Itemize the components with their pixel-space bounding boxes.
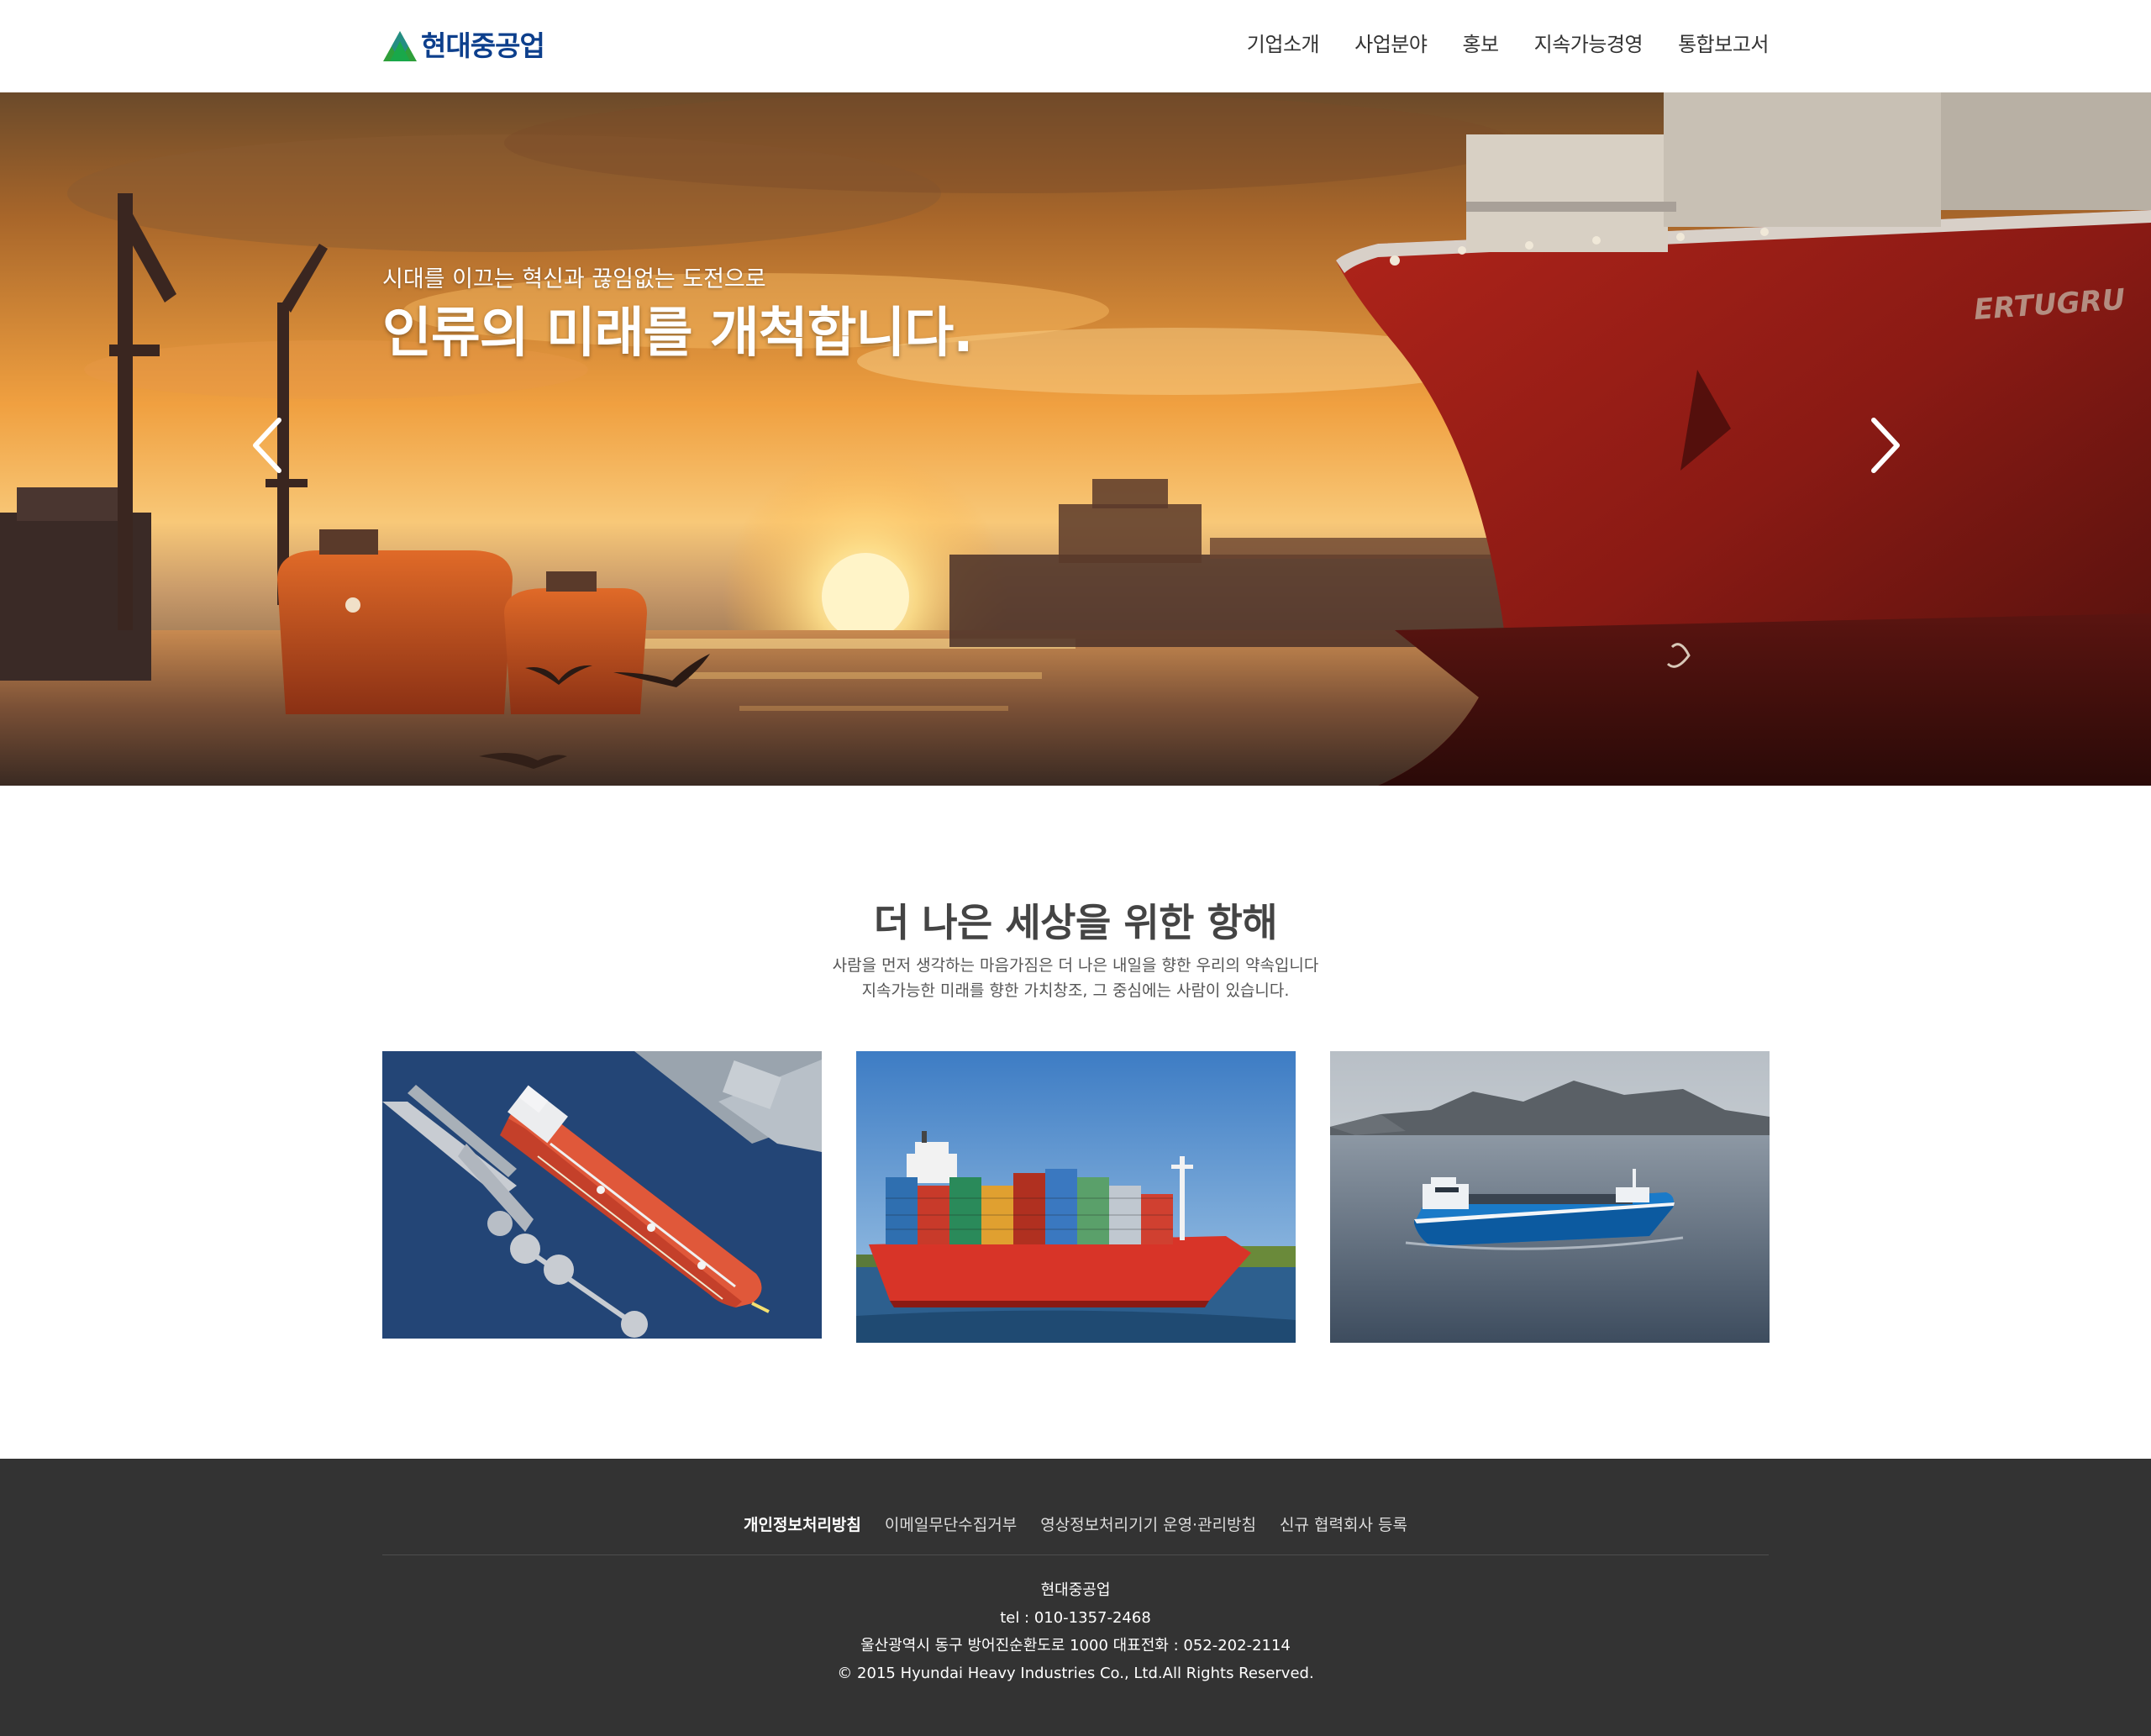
ship-card-autonomous[interactable] — [1330, 1051, 1770, 1343]
footer-copyright: © 2015 Hyundai Heavy Industries Co., Ltd… — [837, 1665, 1314, 1682]
main-nav: 기업소개 사업분야 홍보 지속가능경영 통합보고서 — [1247, 27, 1770, 62]
footer-company-info: 현대중공업 tel : 010-1357-2468 울산광역시 동구 방어진순환… — [0, 1576, 2151, 1687]
logo[interactable]: 현대중공업 — [382, 29, 545, 64]
ship-card-list — [382, 1051, 1770, 1345]
section-description: 사람을 먼저 생각하는 마음가짐은 더 나은 내일을 향한 우리의 약속입니다 … — [0, 953, 2151, 1003]
footer-link-cctv-policy[interactable]: 영상정보처리기기 운영·관리방침 — [1040, 1512, 1256, 1535]
hero-title: 인류의 미래를 개척합니다. — [382, 302, 974, 365]
footer-tel: tel : 010-1357-2468 — [1000, 1609, 1151, 1627]
logo-text: 현대중공업 — [421, 29, 545, 62]
nav-item-sustainability[interactable]: 지속가능경영 — [1534, 27, 1643, 62]
site-header: 현대중공업 기업소개 사업분야 홍보 지속가능경영 통합보고서 — [0, 0, 2151, 92]
section-title: 더 나은 세상을 위한 항해 — [873, 900, 1278, 945]
ship-card-container[interactable] — [856, 1051, 1296, 1343]
container-ship-image — [856, 1051, 1296, 1343]
section-desc-line: 사람을 먼저 생각하는 마음가짐은 더 나은 내일을 향한 우리의 약속입니다 — [832, 956, 1319, 975]
nav-item-company[interactable]: 기업소개 — [1247, 27, 1320, 62]
slider-prev-arrow-icon[interactable] — [244, 412, 294, 479]
nav-item-pr[interactable]: 홍보 — [1462, 27, 1499, 62]
footer-link-privacy[interactable]: 개인정보처리방침 — [744, 1512, 861, 1535]
nav-item-integrated-report[interactable]: 통합보고서 — [1678, 27, 1769, 62]
site-footer: 개인정보처리방침 이메일무단수집거부 영상정보처리기기 운영·관리방침 신규 협… — [0, 1459, 2151, 1736]
hero-shipyard-sunset-image: ERTUGRU — [0, 92, 2151, 786]
footer-link-email-refusal[interactable]: 이메일무단수집거부 — [885, 1512, 1017, 1535]
footer-link-partner-registration[interactable]: 신규 협력회사 등록 — [1280, 1512, 1407, 1535]
autonomous-ship-image — [1330, 1051, 1770, 1343]
slider-next-arrow-icon[interactable] — [1859, 412, 1909, 479]
nav-item-business[interactable]: 사업분야 — [1354, 27, 1428, 62]
logo-triangle-icon — [383, 31, 417, 61]
footer-links: 개인정보처리방침 이메일무단수집거부 영상정보처리기기 운영·관리방침 신규 협… — [0, 1512, 2151, 1535]
hero-slider: ERTUGRU 시대를 이끄는 혁신과 끊임없는 도전으로 인류의 미래를 개척… — [0, 92, 2151, 786]
footer-address: 울산광역시 동구 방어진순환도로 1000 대표전화 : 052-202-211… — [860, 1637, 1291, 1654]
section-desc-line: 지속가능한 미래를 향한 가치창조, 그 중심에는 사람이 있습니다. — [861, 981, 1290, 1000]
hero-subtitle: 시대를 이끄는 혁신과 끊임없는 도전으로 — [382, 266, 766, 292]
tanker-ship-image — [382, 1051, 822, 1339]
footer-company-name: 현대중공업 — [1040, 1581, 1111, 1599]
ship-card-tanker[interactable] — [382, 1051, 822, 1339]
